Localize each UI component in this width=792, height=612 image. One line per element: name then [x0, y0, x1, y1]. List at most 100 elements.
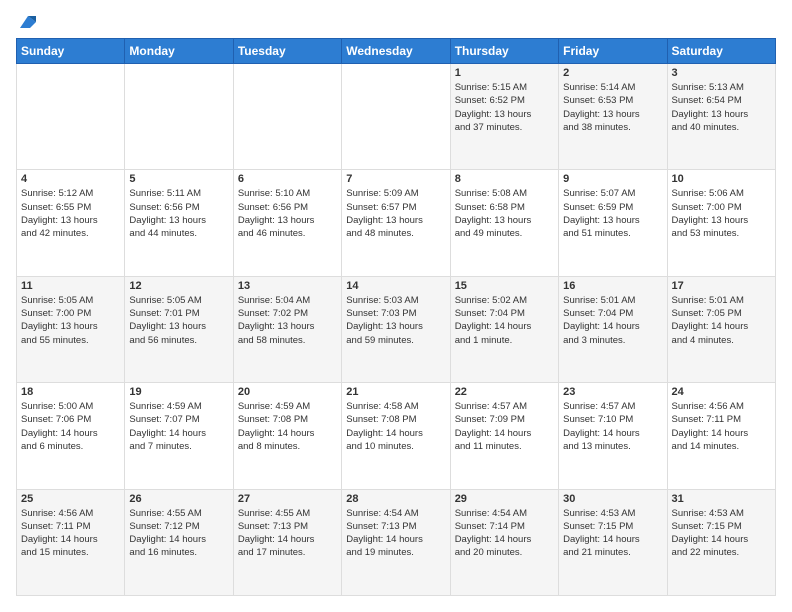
calendar-cell: 23Sunrise: 4:57 AMSunset: 7:10 PMDayligh… [559, 383, 667, 489]
calendar-cell: 28 Sunrise: 4:54 AMSunset: 7:13 PMDayligh… [342, 489, 450, 595]
day-info: Sunrise: 4:59 AMSunset: 7:08 PMDaylight:… [238, 400, 337, 453]
calendar-row: 1 Sunrise: 5:15 AMSunset: 6:52 PMDaylight… [17, 64, 776, 170]
day-number: 25 [21, 493, 120, 505]
day-info: Sunrise: 5:06 AMSunset: 7:00 PMDaylight:… [672, 187, 771, 240]
calendar-cell: 24 Sunrise: 4:56 AMSunset: 7:11 PMDayligh… [667, 383, 775, 489]
day-number: 28 [346, 493, 445, 505]
day-info: Sunrise: 5:10 AMSunset: 6:56 PMDaylight:… [238, 187, 337, 240]
day-number: 3 [672, 67, 771, 79]
day-number: 1 [455, 67, 554, 79]
day-info: Sunrise: 5:02 AMSunset: 7:04 PMDaylight:… [455, 294, 554, 347]
calendar-day-header: Sunday [17, 39, 125, 64]
day-info: Sunrise: 4:59 AMSunset: 7:07 PMDaylight:… [129, 400, 228, 453]
calendar-cell: 14 Sunrise: 5:03 AMSunset: 7:03 PMDayligh… [342, 276, 450, 382]
day-number: 31 [672, 493, 771, 505]
day-number: 12 [129, 280, 228, 292]
calendar-cell [342, 64, 450, 170]
day-info: Sunrise: 5:09 AMSunset: 6:57 PMDaylight:… [346, 187, 445, 240]
day-info: Sunrise: 4:54 AMSunset: 7:14 PMDaylight:… [455, 507, 554, 560]
day-info: Sunrise: 5:15 AMSunset: 6:52 PMDaylight:… [455, 81, 554, 134]
day-number: 13 [238, 280, 337, 292]
day-info: Sunrise: 5:00 AMSunset: 7:06 PMDaylight:… [21, 400, 120, 453]
calendar-day-header: Tuesday [233, 39, 341, 64]
calendar-day-header: Friday [559, 39, 667, 64]
calendar-cell: 2Sunrise: 5:14 AMSunset: 6:53 PMDaylight… [559, 64, 667, 170]
day-info: Sunrise: 5:13 AMSunset: 6:54 PMDaylight:… [672, 81, 771, 134]
calendar-row: 4 Sunrise: 5:12 AMSunset: 6:55 PMDaylight… [17, 170, 776, 276]
page: SundayMondayTuesdayWednesdayThursdayFrid… [0, 0, 792, 612]
logo [16, 16, 38, 28]
calendar-cell: 16Sunrise: 5:01 AMSunset: 7:04 PMDayligh… [559, 276, 667, 382]
day-info: Sunrise: 4:56 AMSunset: 7:11 PMDaylight:… [672, 400, 771, 453]
day-number: 30 [563, 493, 662, 505]
calendar-cell: 8 Sunrise: 5:08 AMSunset: 6:58 PMDaylight… [450, 170, 558, 276]
day-info: Sunrise: 5:07 AMSunset: 6:59 PMDaylight:… [563, 187, 662, 240]
calendar-cell: 6 Sunrise: 5:10 AMSunset: 6:56 PMDaylight… [233, 170, 341, 276]
day-info: Sunrise: 5:04 AMSunset: 7:02 PMDaylight:… [238, 294, 337, 347]
calendar-header-row: SundayMondayTuesdayWednesdayThursdayFrid… [17, 39, 776, 64]
calendar-cell: 31 Sunrise: 4:53 AMSunset: 7:15 PMDayligh… [667, 489, 775, 595]
day-number: 14 [346, 280, 445, 292]
calendar-cell: 25 Sunrise: 4:56 AMSunset: 7:11 PMDayligh… [17, 489, 125, 595]
calendar-cell [233, 64, 341, 170]
calendar-cell: 22 Sunrise: 4:57 AMSunset: 7:09 PMDayligh… [450, 383, 558, 489]
day-info: Sunrise: 5:01 AMSunset: 7:05 PMDaylight:… [672, 294, 771, 347]
calendar-cell: 13 Sunrise: 5:04 AMSunset: 7:02 PMDayligh… [233, 276, 341, 382]
day-info: Sunrise: 5:05 AMSunset: 7:00 PMDaylight:… [21, 294, 120, 347]
day-info: Sunrise: 4:53 AMSunset: 7:15 PMDaylight:… [563, 507, 662, 560]
day-info: Sunrise: 4:57 AMSunset: 7:09 PMDaylight:… [455, 400, 554, 453]
calendar-day-header: Thursday [450, 39, 558, 64]
day-number: 29 [455, 493, 554, 505]
day-number: 4 [21, 173, 120, 185]
day-number: 21 [346, 386, 445, 398]
calendar-cell: 12 Sunrise: 5:05 AMSunset: 7:01 PMDayligh… [125, 276, 233, 382]
calendar-cell: 9 Sunrise: 5:07 AMSunset: 6:59 PMDaylight… [559, 170, 667, 276]
calendar-cell: 5 Sunrise: 5:11 AMSunset: 6:56 PMDaylight… [125, 170, 233, 276]
day-number: 18 [21, 386, 120, 398]
day-number: 26 [129, 493, 228, 505]
day-number: 17 [672, 280, 771, 292]
calendar-cell [17, 64, 125, 170]
day-number: 8 [455, 173, 554, 185]
calendar-cell: 26 Sunrise: 4:55 AMSunset: 7:12 PMDayligh… [125, 489, 233, 595]
day-number: 20 [238, 386, 337, 398]
calendar-cell: 27Sunrise: 4:55 AMSunset: 7:13 PMDayligh… [233, 489, 341, 595]
calendar-cell: 19 Sunrise: 4:59 AMSunset: 7:07 PMDayligh… [125, 383, 233, 489]
calendar-cell: 15 Sunrise: 5:02 AMSunset: 7:04 PMDayligh… [450, 276, 558, 382]
calendar-table: SundayMondayTuesdayWednesdayThursdayFrid… [16, 38, 776, 596]
calendar-cell: 11Sunrise: 5:05 AMSunset: 7:00 PMDayligh… [17, 276, 125, 382]
calendar-day-header: Monday [125, 39, 233, 64]
day-info: Sunrise: 4:55 AMSunset: 7:12 PMDaylight:… [129, 507, 228, 560]
day-info: Sunrise: 5:12 AMSunset: 6:55 PMDaylight:… [21, 187, 120, 240]
day-number: 19 [129, 386, 228, 398]
day-number: 5 [129, 173, 228, 185]
calendar-day-header: Wednesday [342, 39, 450, 64]
day-number: 6 [238, 173, 337, 185]
header [16, 16, 776, 28]
calendar-cell: 20 Sunrise: 4:59 AMSunset: 7:08 PMDayligh… [233, 383, 341, 489]
day-info: Sunrise: 5:05 AMSunset: 7:01 PMDaylight:… [129, 294, 228, 347]
calendar-cell: 21Sunrise: 4:58 AMSunset: 7:08 PMDayligh… [342, 383, 450, 489]
day-number: 24 [672, 386, 771, 398]
calendar-cell [125, 64, 233, 170]
calendar-row: 18 Sunrise: 5:00 AMSunset: 7:06 PMDayligh… [17, 383, 776, 489]
day-info: Sunrise: 4:57 AMSunset: 7:10 PMDaylight:… [563, 400, 662, 453]
day-info: Sunrise: 5:03 AMSunset: 7:03 PMDaylight:… [346, 294, 445, 347]
calendar-cell: 17 Sunrise: 5:01 AMSunset: 7:05 PMDayligh… [667, 276, 775, 382]
day-info: Sunrise: 4:54 AMSunset: 7:13 PMDaylight:… [346, 507, 445, 560]
logo-icon [18, 12, 38, 32]
day-info: Sunrise: 5:11 AMSunset: 6:56 PMDaylight:… [129, 187, 228, 240]
day-number: 9 [563, 173, 662, 185]
day-number: 15 [455, 280, 554, 292]
calendar-cell: 10 Sunrise: 5:06 AMSunset: 7:00 PMDayligh… [667, 170, 775, 276]
calendar-cell: 29 Sunrise: 4:54 AMSunset: 7:14 PMDayligh… [450, 489, 558, 595]
day-info: Sunrise: 4:56 AMSunset: 7:11 PMDaylight:… [21, 507, 120, 560]
calendar-row: 25 Sunrise: 4:56 AMSunset: 7:11 PMDayligh… [17, 489, 776, 595]
day-info: Sunrise: 5:08 AMSunset: 6:58 PMDaylight:… [455, 187, 554, 240]
day-info: Sunrise: 4:53 AMSunset: 7:15 PMDaylight:… [672, 507, 771, 560]
day-number: 16 [563, 280, 662, 292]
day-number: 7 [346, 173, 445, 185]
day-number: 10 [672, 173, 771, 185]
day-number: 22 [455, 386, 554, 398]
calendar-cell: 3 Sunrise: 5:13 AMSunset: 6:54 PMDaylight… [667, 64, 775, 170]
